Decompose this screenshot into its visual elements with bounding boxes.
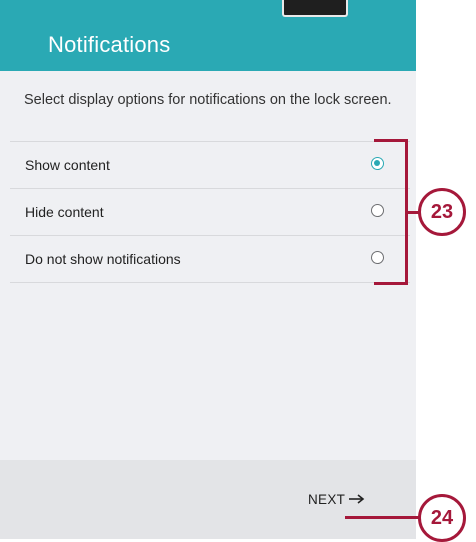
device-notch <box>282 0 348 17</box>
callout-badge-23: 23 <box>418 188 466 236</box>
phone-screen: Notifications Select display options for… <box>0 0 416 539</box>
option-show-content[interactable]: Show content <box>10 142 410 188</box>
arrow-right-icon <box>349 494 365 504</box>
radio-button[interactable] <box>371 251 384 264</box>
option-do-not-show-notifications[interactable]: Do not show notifications <box>10 236 410 282</box>
app-header: Notifications <box>0 0 416 71</box>
option-label: Show content <box>25 157 110 173</box>
page-title: Notifications <box>48 32 171 57</box>
description-text: Select display options for notifications… <box>24 92 392 108</box>
callout-line <box>345 516 420 519</box>
next-button[interactable]: NEXT <box>308 489 365 509</box>
option-label: Hide content <box>25 204 104 220</box>
next-label: NEXT <box>308 491 346 507</box>
callout-bracket-top <box>374 139 408 142</box>
radio-button[interactable] <box>371 204 384 217</box>
option-hide-content[interactable]: Hide content <box>10 189 410 235</box>
callout-bracket-bottom <box>374 282 408 285</box>
radio-button-selected[interactable] <box>371 157 384 170</box>
callout-badge-24: 24 <box>418 494 466 542</box>
option-label: Do not show notifications <box>25 251 181 267</box>
divider <box>10 282 410 283</box>
